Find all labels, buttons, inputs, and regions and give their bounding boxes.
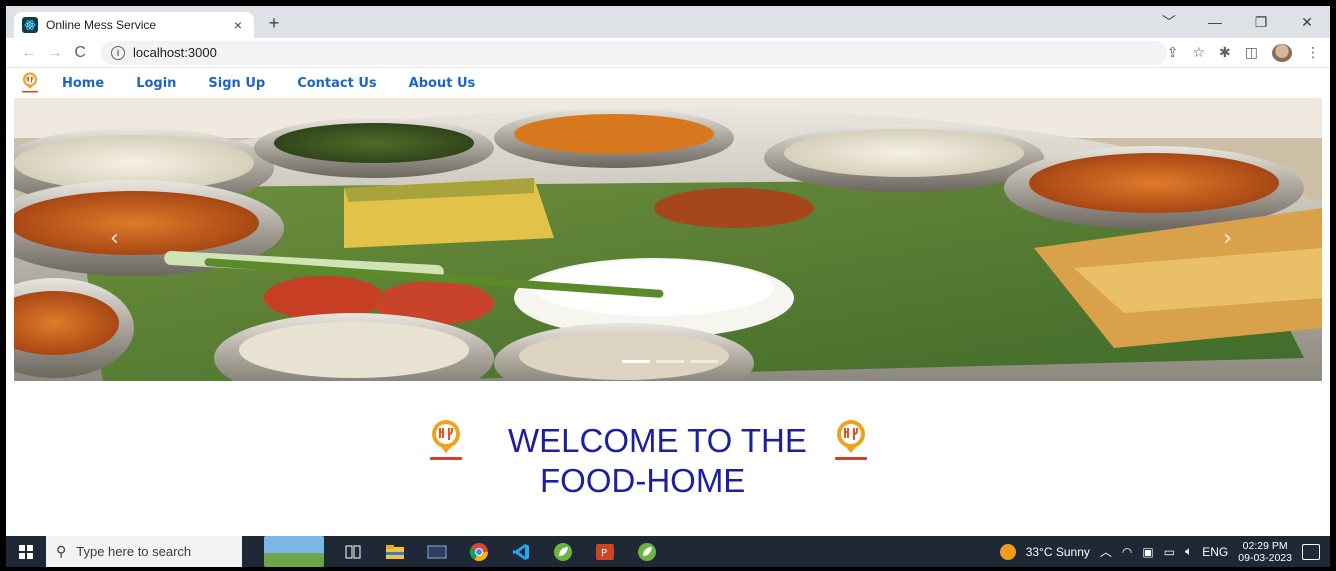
address-bar[interactable]: i localhost:3000 (100, 40, 1167, 65)
meet-icon[interactable]: ▣ (1142, 545, 1153, 559)
site-info-icon[interactable]: i (110, 45, 125, 60)
spring-tool-icon[interactable] (636, 541, 658, 563)
thali-food-image (14, 98, 1322, 381)
food-logo-icon (430, 420, 462, 460)
bookmark-star-icon[interactable]: ☆ (1192, 44, 1205, 61)
system-tray: 33°C Sunny ︿ ◠ ▣ ▭ 🔈︎ ENG 02:29 PM 09-03… (999, 540, 1330, 564)
nav-links: Home Login Sign Up Contact Us About Us (62, 76, 475, 91)
tray-chevron-icon[interactable]: ︿ (1100, 543, 1112, 560)
weather-text[interactable]: 33°C Sunny (1026, 545, 1090, 559)
carousel-prev-icon[interactable]: ‹ (110, 226, 119, 251)
extensions-puzzle-icon[interactable]: ✱ (1219, 44, 1231, 61)
tab-search-icon[interactable]: ﹀ (1146, 6, 1192, 38)
browser-tab[interactable]: Online Mess Service × (14, 12, 254, 38)
spring-tool-icon[interactable] (552, 541, 574, 563)
powerpoint-icon[interactable]: P (594, 541, 616, 563)
side-panel-icon[interactable]: ◫ (1245, 44, 1258, 61)
clock-date: 09-03-2023 (1238, 551, 1292, 564)
menu-kebab-icon[interactable]: ⋮ (1306, 44, 1320, 61)
close-tab-icon[interactable]: × (230, 17, 246, 33)
profile-avatar[interactable] (1272, 43, 1293, 62)
volume-icon[interactable]: 🔈︎ (1185, 544, 1192, 559)
welcome-heading-line1: WELCOME TO THE (508, 422, 807, 459)
vscode-icon[interactable] (510, 541, 532, 563)
share-icon[interactable]: ⇪ (1167, 44, 1179, 61)
notification-center-icon[interactable] (1302, 543, 1320, 560)
welcome-section: WELCOME TO THE FOOD-HOME (6, 381, 1330, 536)
site-navbar: Home Login Sign Up Contact Us About Us (6, 68, 1330, 98)
task-view-icon[interactable] (342, 541, 364, 563)
carousel-indicator[interactable] (656, 360, 684, 363)
chrome-icon[interactable] (468, 541, 490, 563)
forward-icon[interactable]: → (42, 44, 68, 62)
restore-icon[interactable]: ❐ (1238, 6, 1284, 38)
search-icon: ⚲ (56, 543, 67, 559)
clock[interactable]: 02:29 PM 09-03-2023 (1238, 540, 1292, 564)
react-favicon-icon (22, 17, 38, 33)
toolbar-actions: ⇪ ☆ ✱ ◫ ⋮ (1167, 43, 1320, 62)
minimize-icon[interactable]: — (1192, 6, 1238, 38)
browser-toolbar: ← → C i localhost:3000 ⇪ ☆ ✱ ◫ ⋮ (6, 38, 1330, 68)
tab-title: Online Mess Service (46, 18, 157, 32)
weather-sun-icon[interactable] (999, 543, 1016, 560)
carousel-indicators (622, 360, 718, 363)
back-icon[interactable]: ← (16, 44, 42, 62)
nav-login[interactable]: Login (136, 76, 176, 91)
search-highlight-image[interactable] (264, 536, 324, 567)
nav-contact[interactable]: Contact Us (297, 76, 376, 91)
tab-strip: Online Mess Service × + ﹀ — ❐ ✕ (6, 6, 1330, 38)
url-text: localhost:3000 (132, 45, 217, 60)
taskbar-search-placeholder: Type here to search (76, 544, 192, 559)
carousel-next-icon[interactable]: › (1223, 226, 1232, 251)
language-indicator[interactable]: ENG (1202, 545, 1228, 559)
windows-start-icon[interactable] (6, 544, 46, 559)
windows-taskbar: ⚲ Type here to search P 33°C Sunny ︿ ◠ ▣… (6, 536, 1330, 567)
wifi-icon[interactable]: ◠ (1122, 545, 1132, 559)
hero-carousel: ‹ › (14, 98, 1322, 381)
window-controls: ﹀ — ❐ ✕ (1146, 6, 1330, 38)
terminal-app-icon[interactable] (426, 541, 448, 563)
food-logo-icon (834, 420, 867, 460)
taskbar-search[interactable]: ⚲ Type here to search (46, 536, 242, 567)
browser-window: Online Mess Service × + ﹀ — ❐ ✕ ← → C i … (6, 6, 1330, 567)
carousel-indicator[interactable] (622, 360, 650, 363)
food-logo-icon[interactable] (20, 71, 40, 95)
carousel-indicator[interactable] (690, 360, 718, 363)
nav-home[interactable]: Home (62, 76, 104, 91)
nav-about[interactable]: About Us (409, 76, 476, 91)
welcome-heading-line2: FOOD-HOME (540, 462, 746, 499)
file-explorer-icon[interactable] (384, 541, 406, 563)
taskbar-apps: P (342, 541, 658, 563)
new-tab-button[interactable]: + (264, 12, 284, 34)
reload-icon[interactable]: C (67, 44, 93, 62)
nav-signup[interactable]: Sign Up (208, 76, 265, 91)
svg-text:P: P (601, 548, 607, 559)
clock-time: 02:29 PM (1242, 539, 1288, 552)
battery-icon[interactable]: ▭ (1164, 545, 1175, 559)
close-window-icon[interactable]: ✕ (1284, 6, 1330, 38)
